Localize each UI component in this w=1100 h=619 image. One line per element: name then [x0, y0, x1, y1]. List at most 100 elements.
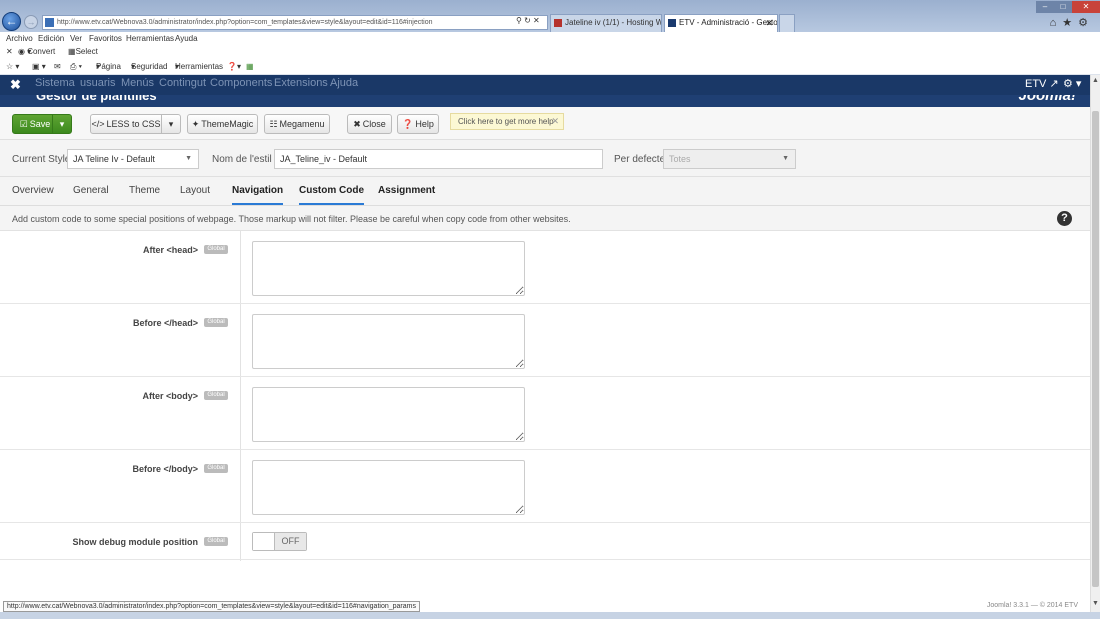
tab-close-icon[interactable]: ✕ [765, 15, 773, 31]
style-name-label: Nom de l'estil * [212, 154, 279, 165]
megamenu-button[interactable]: ☷ Megamenu [264, 114, 330, 134]
current-style-select[interactable]: JA Teline Iv - Default ▼ [67, 149, 199, 169]
tab-favicon-icon [554, 19, 562, 27]
favorites-bar: ✕ ◉ Convert ▾ ▦ Select [0, 45, 1100, 59]
tab-assignment[interactable]: Assignment [378, 185, 435, 196]
security-menu[interactable]: Seguridad ▾ [131, 59, 167, 75]
default-select[interactable]: Totes ▼ [663, 149, 796, 169]
browser-titlebar: ← → http://www.etv.cat/Webnova3.0/admini… [0, 0, 1100, 32]
menu-favoritos[interactable]: Favoritos [89, 32, 122, 45]
question-icon: ❓ [402, 119, 414, 129]
feeds-icon[interactable]: ▣ ▾ [32, 59, 46, 75]
form-row: After <head> Global [0, 231, 1090, 304]
menu-ayuda[interactable]: Ayuda [175, 32, 198, 45]
browser-tab-hosting[interactable]: Jateline iv (1/1) - Hosting Wor... [550, 14, 662, 32]
browser-right-icons: ⌂★⚙ [1050, 16, 1094, 29]
menu-ver[interactable]: Ver [70, 32, 82, 45]
search-icon[interactable]: ⚲ [516, 16, 522, 25]
menu-archivo[interactable]: Archivo [6, 32, 33, 45]
browser-tab-etv[interactable]: ETV - Administració - Gesto... ✕ [664, 14, 778, 32]
tab-custom-code[interactable]: Custom Code [299, 185, 364, 205]
maximize-icon[interactable]: □ [1054, 1, 1072, 13]
debug-toggle[interactable]: OFF [252, 532, 307, 551]
info-text: Add custom code to some special position… [12, 214, 571, 224]
menu-edicion[interactable]: Edición [38, 32, 64, 45]
after-body-textarea[interactable] [252, 387, 525, 442]
browser-tab-label: Jateline iv (1/1) - Hosting Wor... [565, 18, 661, 27]
external-link-icon: ↗ [1049, 78, 1059, 90]
default-value: Totes [669, 154, 691, 164]
tip-close-icon[interactable]: ✕ [551, 114, 559, 129]
scroll-down-icon[interactable]: ▼ [1091, 600, 1100, 610]
new-tab-button[interactable] [779, 14, 795, 32]
caret-down-icon: ▼ [185, 155, 192, 162]
after-head-textarea[interactable] [252, 241, 525, 296]
toggle-knob [253, 533, 275, 550]
nav-usuaris[interactable]: usuaris [80, 77, 115, 89]
browser-menubar: Archivo Edición Ver Favoritos Herramient… [0, 32, 1100, 45]
window-close-icon[interactable]: ✕ [1072, 1, 1100, 13]
nav-ajuda[interactable]: Ajuda [330, 77, 358, 89]
footer-text: Joomla! 3.3.1 — © 2014 ETV [986, 602, 1078, 609]
close-favbar-icon[interactable]: ✕ [6, 45, 13, 58]
window-controls: – □ ✕ [1036, 0, 1100, 13]
close-button[interactable]: ✖ Close [347, 114, 392, 134]
user-menu[interactable]: ETV ↗ [1025, 77, 1059, 90]
tab-overview[interactable]: Overview [12, 185, 54, 196]
address-bar[interactable]: http://www.etv.cat/Webnova3.0/administra… [42, 15, 548, 30]
current-style-label: Current Style [12, 154, 71, 165]
joomla-logo-icon[interactable]: ✖ [10, 77, 21, 93]
addon-grid-icon[interactable]: ▦ [246, 59, 254, 75]
tab-general[interactable]: General [73, 185, 109, 196]
stop-icon[interactable]: ✕ [533, 16, 540, 25]
scroll-thumb[interactable] [1092, 111, 1099, 587]
settings-gear-icon[interactable]: ⚙ [1078, 17, 1094, 29]
style-name-input[interactable]: JA_Teline_iv - Default [274, 149, 603, 169]
menu-herramientas[interactable]: Herramientas [126, 32, 174, 45]
nav-menus[interactable]: Menús [121, 77, 154, 89]
print-icon[interactable]: ⎙ ▾ [70, 59, 82, 75]
forward-button[interactable]: → [24, 15, 38, 29]
help-circle-icon[interactable]: ❓▾ [227, 59, 241, 75]
page-menu[interactable]: Página ▾ [96, 59, 121, 75]
page-scrollbar[interactable]: ▲ ▼ [1090, 75, 1100, 612]
status-url: http://www.etv.cat/Webnova3.0/administra… [3, 601, 420, 612]
style-name-value: JA_Teline_iv - Default [280, 154, 368, 164]
home-icon[interactable]: ⌂ [1050, 17, 1063, 29]
back-button[interactable]: ← [2, 12, 21, 31]
nav-contingut[interactable]: Contingut [159, 77, 206, 89]
global-badge: Global [204, 464, 228, 473]
select-button[interactable]: ▦ Select [68, 45, 98, 58]
sitemap-icon: ☷ [269, 119, 278, 129]
before-body-textarea[interactable] [252, 460, 525, 515]
default-label: Per defecte [614, 154, 666, 165]
thememagic-button[interactable]: ✦ ThemeMagic [187, 114, 258, 134]
help-button[interactable]: ❓ Help [397, 114, 439, 134]
refresh-icon[interactable]: ↻ [524, 16, 531, 25]
scroll-up-icon[interactable]: ▲ [1091, 77, 1100, 87]
browser-tab-label: ETV - Administració - Gesto... [679, 18, 778, 27]
page-title: Gestor de plantilles [36, 95, 157, 103]
minimize-icon[interactable]: – [1036, 1, 1054, 13]
convert-button[interactable]: ◉ Convert ▾ [18, 45, 55, 58]
settings-gear-icon[interactable]: ⚙ ▾ [1063, 77, 1081, 90]
save-dropdown-button[interactable]: ▾ [52, 114, 72, 134]
current-style-value: JA Teline Iv - Default [73, 154, 155, 164]
less-dropdown-button[interactable]: ▾ [161, 114, 181, 134]
info-bar: Add custom code to some special position… [0, 206, 1090, 231]
tab-navigation[interactable]: Navigation [232, 185, 284, 205]
before-head-textarea[interactable] [252, 314, 525, 369]
mail-icon[interactable]: ✉ [54, 59, 61, 75]
help-question-icon[interactable]: ? [1057, 211, 1072, 226]
nav-extensions[interactable]: Extensions [274, 77, 328, 89]
tab-theme[interactable]: Theme [129, 185, 160, 196]
less-to-css-button[interactable]: </> LESS to CSS [90, 114, 162, 134]
tools-menu[interactable]: Herramientas ▾ [175, 59, 223, 75]
nav-sistema[interactable]: Sistema [35, 77, 75, 89]
favorites-icon[interactable]: ☆ ▾ [6, 59, 19, 75]
help-tip[interactable]: Click here to get more help ✕ [450, 113, 564, 130]
tab-layout[interactable]: Layout [180, 185, 210, 196]
nav-components[interactable]: Components [210, 77, 272, 89]
debug-position-label: Show debug module position [72, 537, 199, 547]
favorites-star-icon[interactable]: ★ [1062, 17, 1078, 29]
